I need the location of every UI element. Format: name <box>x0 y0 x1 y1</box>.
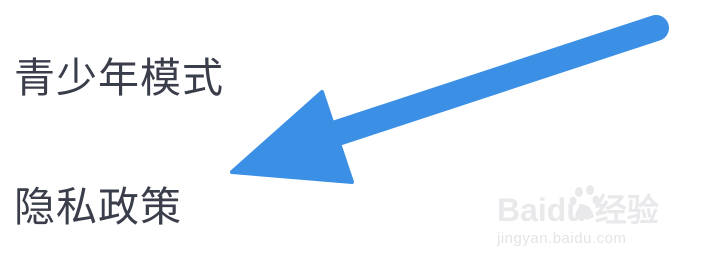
annotation-arrow-head <box>230 90 354 184</box>
menu-item-teen-mode[interactable]: 青少年模式 <box>14 58 224 99</box>
watermark: Baidu 经验 jingyan.baidu.com <box>497 183 687 253</box>
watermark-brand: Baidu 经验 <box>497 192 659 228</box>
menu-item-privacy-policy[interactable]: 隐私政策 <box>14 187 182 228</box>
baidu-jingyan-logo: Baidu 经验 <box>497 185 659 228</box>
watermark-url: jingyan.baidu.com <box>497 230 627 247</box>
annotation-arrow-shaft <box>315 15 669 149</box>
